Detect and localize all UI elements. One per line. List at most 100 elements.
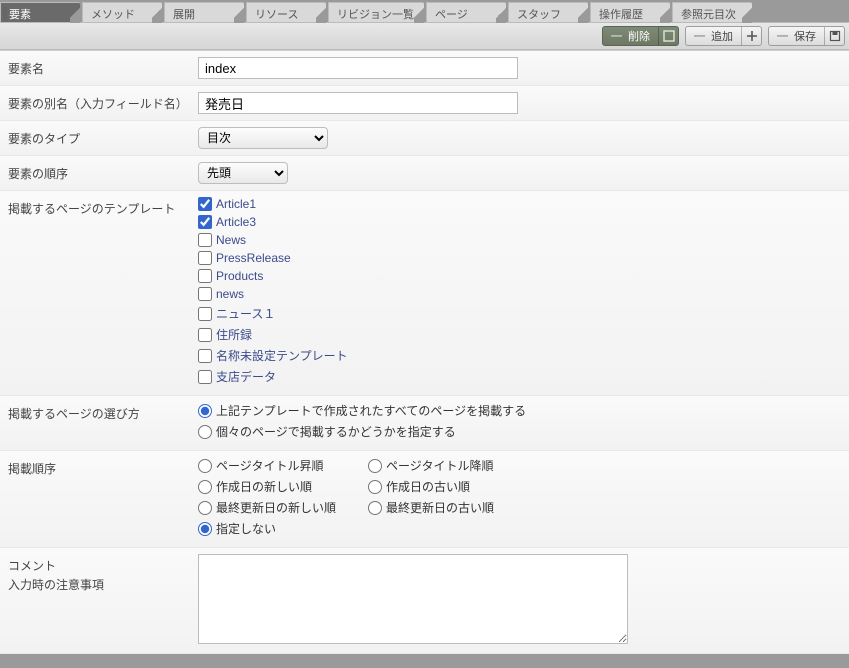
- template-checkbox[interactable]: [198, 215, 212, 229]
- sort-label: 最終更新日の新しい順: [216, 499, 336, 516]
- template-checkbox[interactable]: [198, 287, 212, 301]
- tab-label: リビジョン一覧: [337, 6, 414, 22]
- template-checkbox[interactable]: [198, 251, 212, 265]
- template-checkbox[interactable]: [198, 328, 212, 342]
- tab-3[interactable]: リソース: [246, 2, 326, 22]
- template-label: PressRelease: [216, 251, 291, 265]
- label-comment: コメント 入力時の注意事項: [8, 554, 198, 593]
- selection-label: 上記テンプレートで作成されたすべてのページを掲載する: [216, 402, 526, 419]
- template-item[interactable]: News: [198, 233, 841, 247]
- tab-label: 操作履歴: [599, 6, 643, 22]
- sort-radios: ページタイトル昇順 ページタイトル降順作成日の新しい順 作成日の古い順最終更新日の新…: [198, 457, 598, 541]
- sort-option[interactable]: 指定しない: [198, 520, 598, 537]
- template-label: News: [216, 233, 246, 247]
- label-selection: 掲載するページの選び方: [8, 402, 198, 422]
- form: 要素名 要素の別名（入力フィールド名） 要素のタイプ 目次 要素の順序 先頭 掲…: [0, 50, 849, 654]
- selection-radio[interactable]: [198, 404, 212, 418]
- label-templates: 掲載するページのテンプレート: [8, 197, 198, 217]
- template-item[interactable]: 住所録: [198, 326, 841, 343]
- tab-0[interactable]: 要素: [0, 2, 80, 22]
- add-label: 追加: [711, 28, 733, 44]
- delete-label: 削除: [628, 28, 650, 44]
- template-item[interactable]: 名称未設定テンプレート: [198, 347, 841, 364]
- sort-label: ページタイトル降順: [386, 457, 494, 474]
- select-order[interactable]: 先頭: [198, 162, 288, 184]
- tab-1[interactable]: メソッド: [82, 2, 162, 22]
- selection-radio[interactable]: [198, 425, 212, 439]
- row-name: 要素名: [0, 51, 849, 86]
- template-item[interactable]: PressRelease: [198, 251, 841, 265]
- tab-bar: 要素 メソッド 展開リソース リビジョン一覧 ページ スタッフ 操作履歴 参照元目次: [0, 0, 849, 22]
- template-item[interactable]: 支店データ: [198, 368, 841, 385]
- action-bar: —削除 —追加 —保存: [0, 22, 849, 50]
- sort-option[interactable]: 作成日の古い順: [368, 478, 538, 495]
- input-name[interactable]: [198, 57, 518, 79]
- template-item[interactable]: news: [198, 287, 841, 301]
- add-plus-icon[interactable]: [741, 27, 761, 45]
- row-selection: 掲載するページの選び方 上記テンプレートで作成されたすべてのページを掲載する個々…: [0, 396, 849, 451]
- tab-label: スタッフ: [517, 6, 561, 22]
- tab-5[interactable]: ページ: [426, 2, 506, 22]
- row-alias: 要素の別名（入力フィールド名）: [0, 86, 849, 121]
- template-label: ニュース１: [216, 305, 275, 322]
- select-type[interactable]: 目次: [198, 127, 328, 149]
- label-alias: 要素の別名（入力フィールド名）: [8, 92, 198, 112]
- save-disk-icon[interactable]: [824, 27, 844, 45]
- template-label: Article1: [216, 197, 256, 211]
- tab-2[interactable]: 展開: [164, 2, 244, 22]
- label-type: 要素のタイプ: [8, 127, 198, 147]
- sort-radio[interactable]: [198, 501, 212, 515]
- tab-6[interactable]: スタッフ: [508, 2, 588, 22]
- tab-7[interactable]: 操作履歴: [590, 2, 670, 22]
- tab-label: ページ: [435, 6, 468, 22]
- sort-label: 作成日の新しい順: [216, 478, 312, 495]
- sort-radio[interactable]: [198, 522, 212, 536]
- selection-option[interactable]: 個々のページで掲載するかどうかを指定する: [198, 423, 841, 440]
- selection-option[interactable]: 上記テンプレートで作成されたすべてのページを掲載する: [198, 402, 841, 419]
- label-sort: 掲載順序: [8, 457, 198, 477]
- template-checkbox[interactable]: [198, 349, 212, 363]
- tab-label: リソース: [255, 6, 298, 22]
- textarea-comment[interactable]: [198, 554, 628, 644]
- template-checkbox[interactable]: [198, 307, 212, 321]
- sort-option[interactable]: 最終更新日の古い順: [368, 499, 538, 516]
- template-item[interactable]: Article1: [198, 197, 841, 211]
- template-item[interactable]: ニュース１: [198, 305, 841, 322]
- sort-radio[interactable]: [198, 459, 212, 473]
- add-button[interactable]: —追加: [685, 26, 762, 46]
- tab-label: 参照元目次: [681, 6, 736, 22]
- tab-4[interactable]: リビジョン一覧: [328, 2, 424, 22]
- delete-button[interactable]: —削除: [602, 26, 679, 46]
- template-checkbox[interactable]: [198, 197, 212, 211]
- sort-option[interactable]: ページタイトル昇順: [198, 457, 368, 474]
- tab-label: 要素: [9, 6, 31, 22]
- tab-8[interactable]: 参照元目次: [672, 2, 752, 22]
- template-item[interactable]: Products: [198, 269, 841, 283]
- template-label: 支店データ: [216, 368, 276, 385]
- template-item[interactable]: Article3: [198, 215, 841, 229]
- sort-option[interactable]: 最終更新日の新しい順: [198, 499, 368, 516]
- label-name: 要素名: [8, 57, 198, 77]
- sort-option[interactable]: 作成日の新しい順: [198, 478, 368, 495]
- sort-radio[interactable]: [368, 501, 382, 515]
- template-checkbox[interactable]: [198, 233, 212, 247]
- sort-radio[interactable]: [368, 480, 382, 494]
- sort-radio[interactable]: [198, 480, 212, 494]
- save-label: 保存: [794, 28, 816, 44]
- footer-bar: [0, 654, 849, 668]
- delete-menu-icon[interactable]: [658, 27, 678, 45]
- row-sort: 掲載順序 ページタイトル昇順ページタイトル降順作成日の新しい順作成日の古い順最終…: [0, 451, 849, 548]
- template-label: Products: [216, 269, 263, 283]
- selection-label: 個々のページで掲載するかどうかを指定する: [216, 423, 456, 440]
- sort-option[interactable]: ページタイトル降順: [368, 457, 538, 474]
- tab-label: メソッド: [91, 6, 135, 22]
- template-checkbox[interactable]: [198, 370, 212, 384]
- template-checkbox[interactable]: [198, 269, 212, 283]
- row-comment: コメント 入力時の注意事項: [0, 548, 849, 654]
- sort-radio[interactable]: [368, 459, 382, 473]
- template-label: news: [216, 287, 244, 301]
- template-label: Article3: [216, 215, 256, 229]
- input-alias[interactable]: [198, 92, 518, 114]
- save-button[interactable]: —保存: [768, 26, 845, 46]
- row-order: 要素の順序 先頭: [0, 156, 849, 191]
